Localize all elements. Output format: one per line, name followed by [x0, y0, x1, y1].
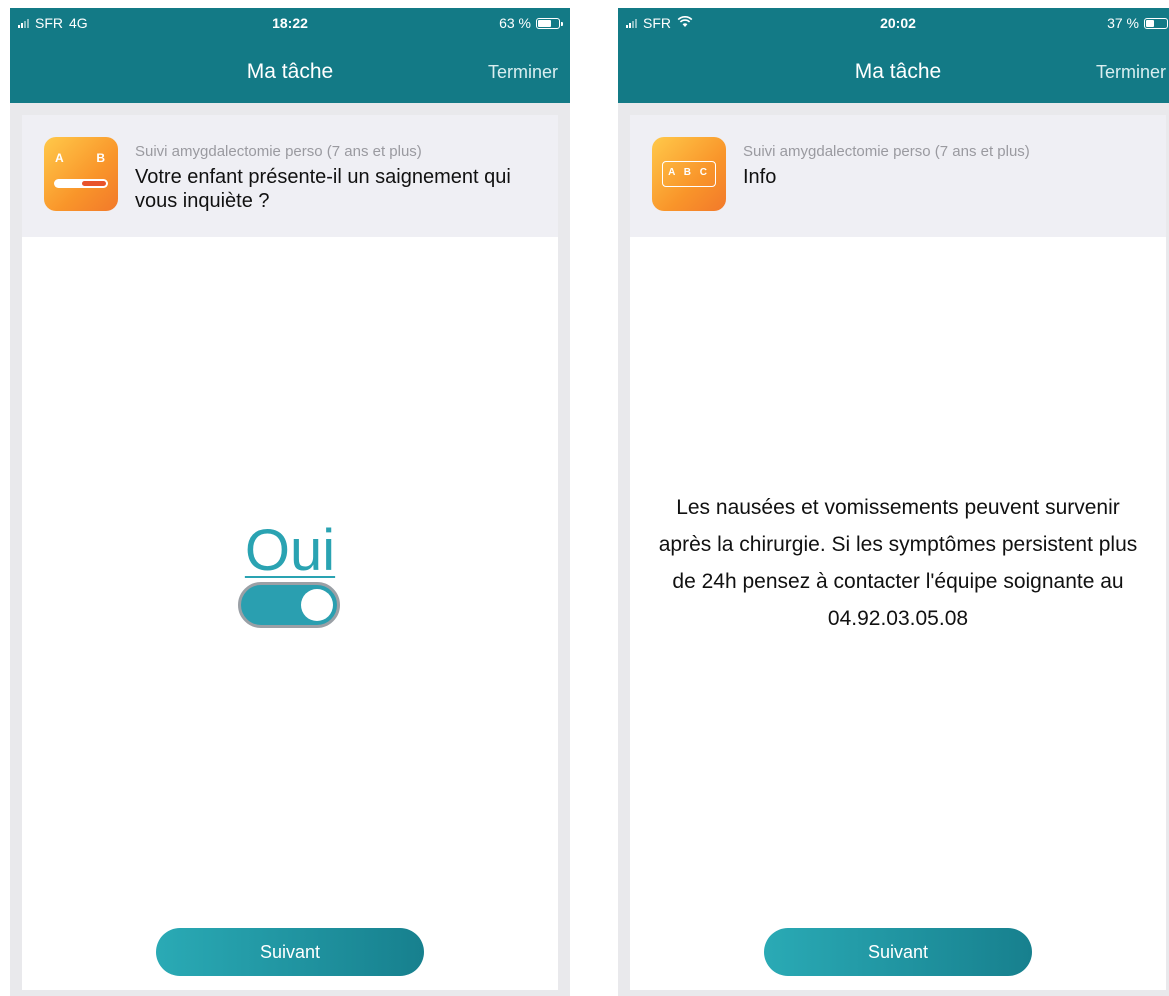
- battery-info: 63 %: [499, 15, 563, 31]
- phone-screen-info: SFR 20:02 37 % Ma tâche Terminer A B C S…: [618, 8, 1169, 996]
- question-text: Info: [743, 166, 777, 188]
- answer-label: Oui: [22, 517, 558, 584]
- survey-name: Suivi amygdalectomie perso (7 ans et plu…: [743, 143, 1030, 160]
- clock: 20:02: [880, 15, 916, 31]
- survey-name: Suivi amygdalectomie perso (7 ans et plu…: [135, 143, 422, 160]
- battery-icon: [536, 17, 563, 29]
- toggle-knob: [301, 589, 333, 621]
- answer-value: Oui: [244, 518, 336, 583]
- finish-button[interactable]: Terminer: [488, 62, 558, 83]
- task-card: A B C Suivi amygdalectomie perso (7 ans …: [630, 115, 1166, 990]
- status-bar: SFR 4G 18:22 63 %: [10, 8, 570, 38]
- answer-toggle[interactable]: [238, 582, 340, 628]
- navigation-bar: Ma tâche Terminer: [10, 38, 570, 103]
- finish-button[interactable]: Terminer: [1096, 62, 1166, 83]
- task-card: A B Suivi amygdalectomie perso (7 ans et…: [22, 115, 558, 990]
- battery-percent: 63 %: [499, 15, 531, 31]
- next-button[interactable]: Suivant: [764, 928, 1032, 976]
- page-title: Ma tâche: [854, 60, 942, 83]
- battery-percent: 37 %: [1107, 15, 1139, 31]
- text-abc-icon: A B C: [652, 137, 726, 211]
- phone-screen-question: SFR 4G 18:22 63 % Ma tâche Terminer A B …: [10, 8, 570, 996]
- slider-scale-icon: A B: [44, 137, 118, 211]
- status-bar: SFR 20:02 37 %: [618, 8, 1169, 38]
- navigation-bar: Ma tâche Terminer: [618, 38, 1169, 103]
- battery-info: 37 %: [1107, 15, 1168, 31]
- clock: 18:22: [272, 15, 308, 31]
- next-button[interactable]: Suivant: [156, 928, 424, 976]
- icon-letter-b: B: [96, 151, 105, 165]
- task-header: A B C Suivi amygdalectomie perso (7 ans …: [630, 115, 1166, 237]
- question-text: Votre enfant présente-il un saignement q…: [135, 166, 511, 212]
- icon-letters: A B C: [662, 161, 716, 187]
- info-message: Les nausées et vomissements peuvent surv…: [658, 496, 1138, 630]
- battery-icon: [1144, 17, 1168, 29]
- icon-letter-a: A: [55, 151, 64, 165]
- task-header: A B Suivi amygdalectomie perso (7 ans et…: [22, 115, 558, 237]
- page-title: Ma tâche: [246, 60, 334, 83]
